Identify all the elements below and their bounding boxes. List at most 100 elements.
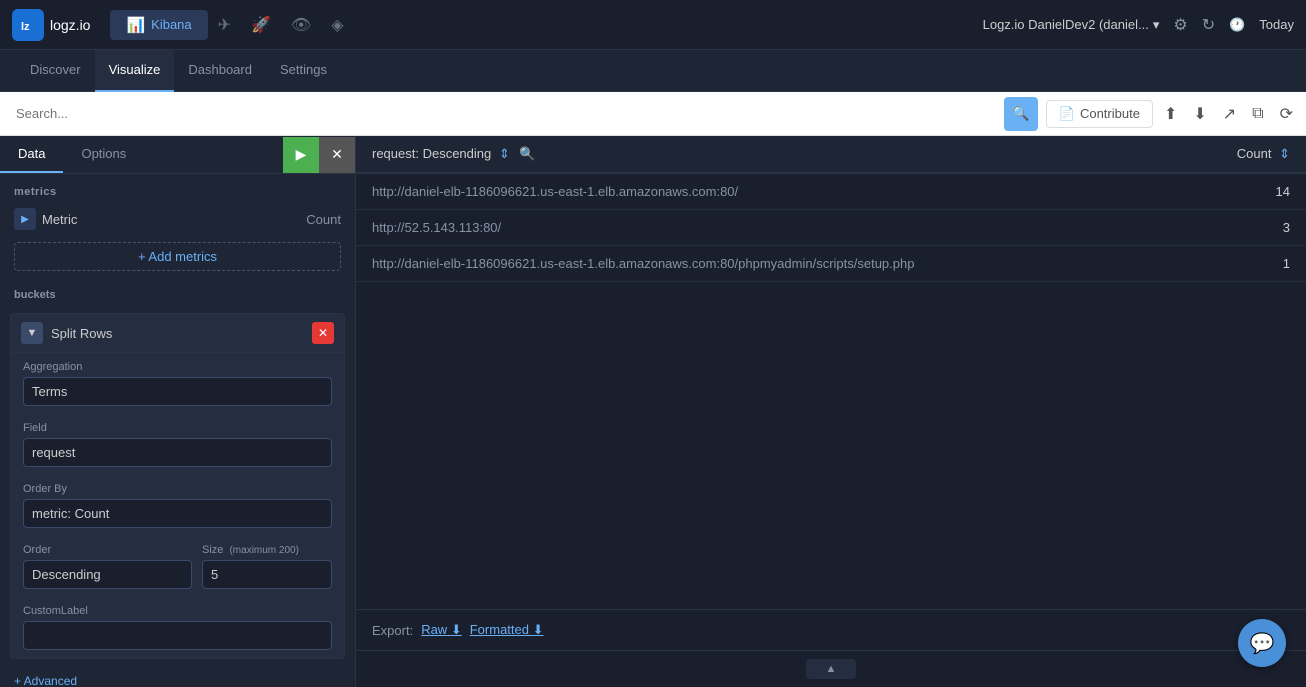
col-count-header[interactable]: Count ⇕: [1190, 146, 1290, 162]
tab-data[interactable]: Data: [0, 136, 63, 173]
rocket-icon[interactable]: 🚀: [251, 15, 271, 35]
eye-icon[interactable]: 👁: [291, 15, 311, 35]
aggregation-select[interactable]: Terms: [23, 377, 332, 406]
split-rows-block: ▼ Split Rows ✕ Aggregation Terms Field r…: [10, 313, 345, 659]
arrow-down-icon: ▼: [27, 327, 38, 339]
scroll-indicator: ▲: [356, 650, 1306, 687]
split-rows-header: ▼ Split Rows ✕: [11, 314, 344, 353]
secondary-navigation: Discover Visualize Dashboard Settings: [0, 50, 1306, 92]
order-by-group: Order By metric: Count: [11, 475, 344, 536]
order-col: Order Descending: [23, 544, 192, 589]
tab-actions: ▶ ✕: [283, 136, 355, 173]
cell-request-1: http://52.5.143.113:80/: [372, 220, 1190, 235]
panel-collapse-btn[interactable]: ‹: [355, 398, 356, 426]
export-label: Export:: [372, 623, 413, 638]
nav-item-visualize[interactable]: Visualize: [95, 50, 175, 92]
main-area: Data Options ▶ ✕ metrics ▶ Metric Count …: [0, 136, 1306, 687]
nav-item-discover[interactable]: Discover: [16, 50, 95, 92]
data-table: request: Descending ⇕ 🔍 Count ⇕ http://d…: [356, 136, 1306, 609]
advanced-link[interactable]: + Advanced: [14, 674, 77, 687]
scroll-up-button[interactable]: ▲: [806, 659, 857, 679]
size-label: Size (maximum 200): [202, 544, 332, 556]
col-request-header[interactable]: request: Descending ⇕ 🔍: [372, 146, 1190, 162]
send-icon[interactable]: ✈: [218, 15, 231, 35]
contribute-icon: 📄: [1059, 106, 1075, 122]
chevron-up-icon: ▲: [826, 663, 837, 675]
table-header: request: Descending ⇕ 🔍 Count ⇕: [356, 136, 1306, 174]
custom-label-label: CustomLabel: [23, 605, 332, 617]
metric-play-btn[interactable]: ▶: [14, 208, 36, 230]
download-icon: ⬇: [1193, 106, 1206, 123]
split-rows-toggle[interactable]: ▼: [21, 322, 43, 344]
formatted-export-link[interactable]: Formatted ⬇: [470, 622, 544, 638]
user-label: Logz.io DanielDev2 (daniel...: [983, 17, 1149, 32]
aggregation-field-group: Aggregation Terms: [11, 353, 344, 414]
logo-area[interactable]: lz logz.io: [12, 9, 90, 41]
table-row: http://daniel-elb-1186096621.us-east-1.e…: [356, 246, 1306, 282]
chevron-down-icon: ▾: [1153, 17, 1160, 33]
nav-item-settings[interactable]: Settings: [266, 50, 341, 92]
close-button[interactable]: ✕: [319, 137, 355, 173]
download-icon-btn[interactable]: ⬇: [1188, 99, 1211, 129]
logo-icon: lz: [12, 9, 44, 41]
size-input[interactable]: [202, 560, 332, 589]
custom-label-group: CustomLabel: [11, 597, 344, 658]
field-select[interactable]: request: [23, 438, 332, 467]
add-metrics-button[interactable]: + Add metrics: [14, 242, 341, 271]
custom-label-input[interactable]: [23, 621, 332, 650]
split-rows-close-btn[interactable]: ✕: [312, 322, 334, 344]
clock-icon: 🕐: [1229, 17, 1245, 33]
reload-icon: ⟳: [1280, 106, 1293, 123]
upload-icon: ⬆: [1164, 106, 1177, 123]
order-size-row: Order Descending Size (maximum 200): [11, 536, 344, 597]
nav-icons-group: ✈ 🚀 👁 ◈: [218, 15, 983, 35]
today-label[interactable]: Today: [1259, 17, 1294, 32]
raw-export-link[interactable]: Raw ⬇: [421, 622, 462, 638]
aggregation-label: Aggregation: [23, 361, 332, 373]
settings-icon[interactable]: ⚙: [1173, 15, 1187, 35]
top-navigation: lz logz.io 📊 Kibana ✈ 🚀 👁 ◈ Logz.io Dani…: [0, 0, 1306, 50]
tab-options[interactable]: Options: [63, 136, 144, 173]
logo-text: logz.io: [50, 17, 90, 33]
raw-download-icon: ⬇: [451, 622, 462, 637]
right-panel: request: Descending ⇕ 🔍 Count ⇕ http://d…: [356, 136, 1306, 687]
nav-item-dashboard[interactable]: Dashboard: [174, 50, 266, 92]
cell-count-2: 1: [1190, 256, 1290, 271]
cell-request-2: http://daniel-elb-1186096621.us-east-1.e…: [372, 256, 1190, 271]
metrics-row: ▶ Metric Count: [0, 204, 355, 234]
search-bar: 🔍 📄 Contribute ⬆ ⬇ ↗ ⧉ ⟳: [0, 92, 1306, 136]
external-link-icon-btn[interactable]: ⧉: [1247, 100, 1268, 128]
toolbar-buttons: 📄 Contribute ⬆ ⬇ ↗ ⧉ ⟳: [1046, 99, 1298, 129]
table-row: http://daniel-elb-1186096621.us-east-1.e…: [356, 174, 1306, 210]
size-col: Size (maximum 200): [202, 544, 332, 589]
play-icon: ▶: [296, 146, 307, 163]
order-by-select[interactable]: metric: Count: [23, 499, 332, 528]
top-nav-right: Logz.io DanielDev2 (daniel... ▾ ⚙ ↻ 🕐 To…: [983, 15, 1294, 35]
upload-icon-btn[interactable]: ⬆: [1159, 99, 1182, 129]
size-max-label: (maximum 200): [229, 545, 298, 556]
count-sort-icon: ⇕: [1279, 146, 1290, 161]
metric-label: Metric: [42, 212, 77, 227]
split-rows-label: Split Rows: [51, 326, 312, 341]
search-button[interactable]: 🔍: [1004, 97, 1038, 131]
play-button[interactable]: ▶: [283, 137, 319, 173]
formatted-download-icon: ⬇: [533, 622, 544, 637]
contribute-button[interactable]: 📄 Contribute: [1046, 100, 1153, 128]
order-select[interactable]: Descending: [23, 560, 192, 589]
left-panel: Data Options ▶ ✕ metrics ▶ Metric Count …: [0, 136, 356, 687]
search-input[interactable]: [8, 106, 1004, 121]
metric-count: Count: [306, 212, 341, 227]
chat-button[interactable]: 💬: [1238, 619, 1286, 667]
user-dropdown[interactable]: Logz.io DanielDev2 (daniel... ▾: [983, 17, 1160, 33]
refresh-icon[interactable]: ↻: [1202, 15, 1215, 35]
share-icon-btn[interactable]: ↗: [1218, 99, 1241, 129]
export-bar: Export: Raw ⬇ Formatted ⬇: [356, 609, 1306, 650]
metrics-section-header: metrics: [0, 174, 355, 204]
chat-icon: 💬: [1250, 631, 1275, 656]
layers-icon[interactable]: ◈: [331, 15, 343, 35]
panel-tabs: Data Options ▶ ✕: [0, 136, 355, 174]
kibana-button[interactable]: 📊 Kibana: [110, 10, 207, 40]
search-filter-icon[interactable]: 🔍: [519, 146, 535, 161]
reload-icon-btn[interactable]: ⟳: [1275, 99, 1298, 129]
bar-chart-icon: 📊: [126, 16, 145, 34]
